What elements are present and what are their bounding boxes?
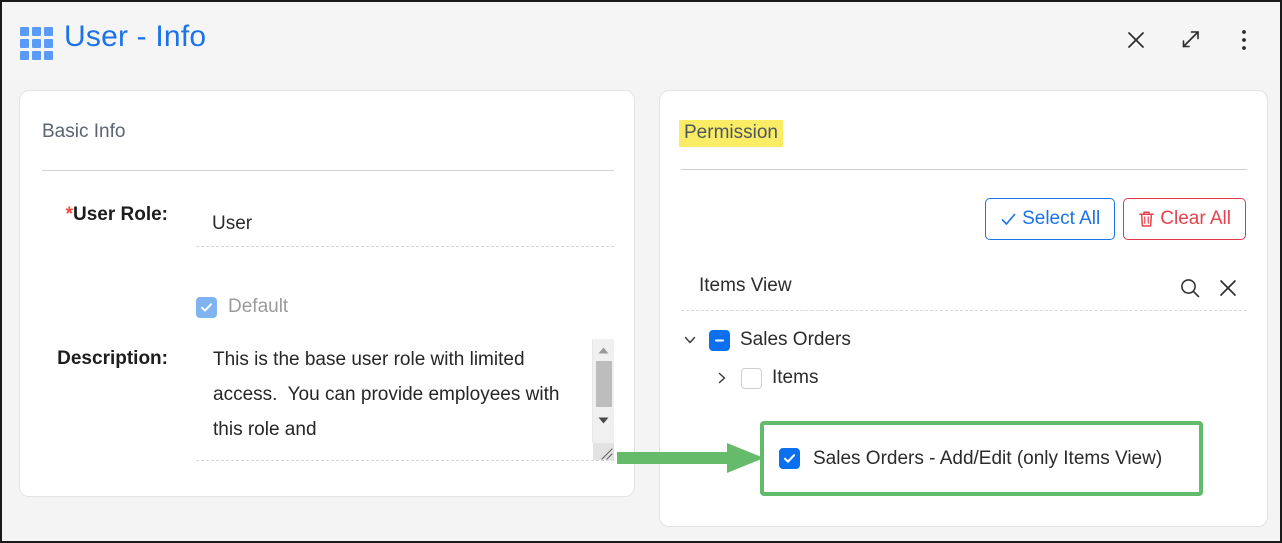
page-title: User - Info	[64, 20, 207, 53]
tree-row-items[interactable]: Items	[681, 359, 1247, 397]
tree-checkbox-sales-orders-add-edit[interactable]	[779, 448, 800, 469]
clear-all-button[interactable]: Clear All	[1123, 198, 1246, 240]
permission-tree: Sales Orders Items	[681, 321, 1247, 397]
permission-search-row	[681, 266, 1247, 311]
highlighted-permission-row[interactable]: Sales Orders - Add/Edit (only Items View…	[760, 421, 1203, 496]
user-role-input[interactable]	[196, 209, 614, 247]
highlighted-permission-label: Sales Orders - Add/Edit (only Items View…	[813, 447, 1163, 469]
description-label: Description:	[57, 348, 168, 369]
tree-label-items: Items	[772, 367, 819, 388]
callout-arrow	[617, 442, 765, 474]
default-checkbox-row[interactable]: Default	[196, 296, 288, 318]
permission-divider	[681, 169, 1247, 170]
search-clear-icon[interactable]	[1209, 269, 1247, 307]
scroll-down-icon[interactable]	[593, 411, 614, 429]
resize-grip-icon[interactable]	[593, 443, 614, 460]
titlebar-actions	[1118, 22, 1262, 58]
user-role-label: *User Role:	[48, 203, 168, 226]
default-checkbox-label: Default	[228, 296, 289, 317]
check-icon	[1001, 213, 1016, 225]
clear-all-label: Clear All	[1160, 208, 1231, 229]
close-icon[interactable]	[1118, 22, 1154, 58]
tree-label-sales-orders: Sales Orders	[740, 329, 851, 350]
trash-icon	[1139, 211, 1154, 227]
tree-row-sales-orders[interactable]: Sales Orders	[681, 321, 1247, 359]
more-vertical-icon[interactable]	[1226, 22, 1262, 58]
tree-checkbox-sales-orders[interactable]	[709, 329, 730, 351]
description-scrollbar[interactable]	[592, 339, 614, 443]
window-titlebar: User - Info	[2, 2, 1280, 80]
scroll-up-icon[interactable]	[593, 341, 614, 359]
expand-diagonal-icon[interactable]	[1172, 22, 1208, 58]
user-role-label-text: User Role:	[72, 204, 168, 225]
description-value: This is the base user role with limited …	[213, 349, 565, 440]
permission-heading: Permission	[679, 120, 783, 147]
basic-info-heading: Basic Info	[42, 121, 126, 142]
chevron-down-icon[interactable]	[681, 331, 699, 349]
chevron-right-icon[interactable]	[713, 369, 731, 387]
tree-checkbox-items[interactable]	[741, 367, 762, 389]
basic-info-card: Basic Info *User Role: Default Descripti…	[19, 90, 635, 497]
grid-icon	[20, 27, 53, 60]
permission-actions: Select All Clear All	[985, 198, 1246, 240]
description-textarea[interactable]: This is the base user role with limited …	[196, 339, 614, 461]
basic-info-divider	[42, 170, 614, 171]
app-window: User - Info Basic Info *User Role: User …	[0, 0, 1282, 543]
permission-search-input[interactable]	[681, 275, 1171, 301]
search-icon[interactable]	[1171, 269, 1209, 307]
required-asterisk: *	[65, 204, 73, 225]
scrollbar-thumb[interactable]	[596, 361, 612, 407]
select-all-label: Select All	[1022, 208, 1101, 229]
select-all-button[interactable]: Select All	[985, 198, 1116, 240]
default-checkbox[interactable]	[196, 296, 217, 318]
